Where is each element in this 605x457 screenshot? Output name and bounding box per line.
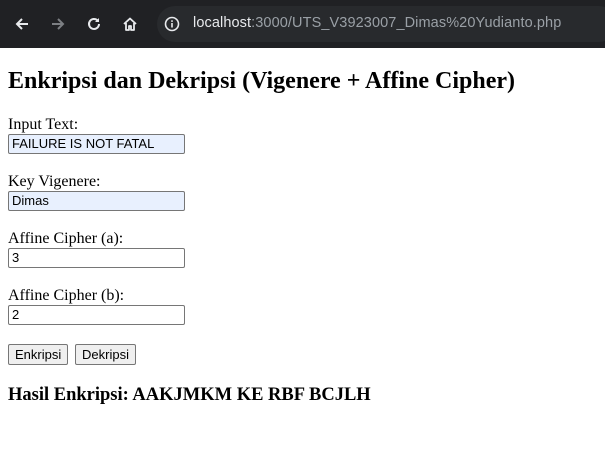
page-content: Enkripsi dan Dekripsi (Vigenere + Affine… (0, 48, 605, 457)
url-text: localhost:3000/UTS_V3923007_Dimas%20Yudi… (193, 15, 561, 31)
affine-b-field[interactable]: 2 (8, 305, 185, 325)
home-button[interactable] (112, 0, 148, 48)
browser-toolbar: localhost:3000/UTS_V3923007_Dimas%20Yudi… (0, 0, 605, 48)
key-vigenere-field[interactable]: Dimas (8, 191, 185, 211)
input-text-label: Input Text: (8, 116, 79, 133)
address-bar[interactable]: localhost:3000/UTS_V3923007_Dimas%20Yudi… (157, 6, 605, 42)
reload-button[interactable] (76, 0, 112, 48)
result-text: Hasil Enkripsi: AAKJMKM KE RBF BCJLH (8, 385, 371, 405)
affine-a-label: Affine Cipher (a): (8, 230, 124, 247)
decrypt-button[interactable]: Dekripsi (75, 344, 136, 365)
back-arrow-icon (15, 18, 28, 30)
page-title: Enkripsi dan Dekripsi (Vigenere + Affine… (8, 68, 516, 94)
back-button[interactable] (4, 0, 40, 48)
reload-icon (88, 17, 100, 30)
forward-button[interactable] (40, 0, 76, 48)
home-icon (123, 17, 137, 31)
forward-arrow-icon (52, 18, 65, 30)
site-info-icon[interactable] (164, 16, 180, 32)
url-path: :3000/UTS_V3923007_Dimas%20Yudianto.php (251, 15, 562, 31)
affine-b-label: Affine Cipher (b): (8, 287, 125, 304)
key-vigenere-label: Key Vigenere: (8, 173, 101, 190)
affine-a-field[interactable]: 3 (8, 248, 185, 268)
url-host: localhost (193, 15, 252, 31)
encrypt-button[interactable]: Enkripsi (8, 344, 69, 365)
input-text-field[interactable]: FAILURE IS NOT FATAL (8, 134, 185, 154)
